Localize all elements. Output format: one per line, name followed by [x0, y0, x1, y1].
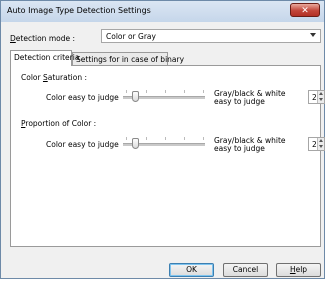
color-saturation-right-label: Gray/black & white easy to judge	[214, 89, 286, 106]
close-icon: ✕	[301, 6, 309, 16]
slider-tick	[203, 137, 204, 140]
slider-tick	[146, 137, 147, 140]
color-saturation-left-label: Color easy to judge	[46, 93, 119, 102]
chevron-down-icon[interactable]	[317, 97, 324, 103]
dialog-window: Auto Image Type Detection Settings ✕ Det…	[0, 0, 325, 279]
tab-settings-binary[interactable]: Settings for in case of binary	[72, 52, 184, 65]
slider-tick	[203, 90, 204, 93]
tab-panel: Color Saturation : Color easy to judge G…	[10, 65, 325, 247]
proportion-of-color-label: Proportion of Color :	[21, 119, 97, 128]
slider-tick	[165, 90, 166, 93]
detection-mode-label: Detection mode :	[10, 34, 76, 43]
chevron-down-icon[interactable]	[317, 144, 324, 150]
detection-mode-value: Color or Gray	[106, 32, 156, 41]
cancel-button[interactable]: Cancel	[223, 263, 268, 277]
close-button[interactable]: ✕	[290, 3, 320, 17]
chevron-down-icon	[310, 33, 316, 37]
proportion-spinner[interactable]: 2	[308, 137, 325, 151]
slider-tick	[184, 90, 185, 93]
color-saturation-spinner[interactable]: 2	[308, 90, 325, 104]
detection-mode-select[interactable]: Color or Gray	[101, 29, 321, 43]
slider-tick	[184, 137, 185, 140]
slider-tick	[146, 90, 147, 93]
tab-detection-criteria[interactable]: Detection criteria	[10, 50, 79, 66]
slider-thumb[interactable]	[132, 91, 139, 102]
color-saturation-label: Color Saturation :	[21, 73, 87, 82]
help-button[interactable]: Help	[276, 263, 321, 277]
ok-button[interactable]: OK	[169, 263, 214, 277]
title-bar: Auto Image Type Detection Settings ✕	[1, 1, 324, 22]
window-title: Auto Image Type Detection Settings	[7, 6, 151, 15]
slider-thumb[interactable]	[132, 138, 139, 149]
proportion-left-label: Color easy to judge	[46, 140, 119, 149]
slider-tick	[126, 137, 127, 140]
slider-tick	[126, 90, 127, 93]
slider-tick	[165, 137, 166, 140]
proportion-right-label: Gray/black & white easy to judge	[214, 136, 286, 153]
